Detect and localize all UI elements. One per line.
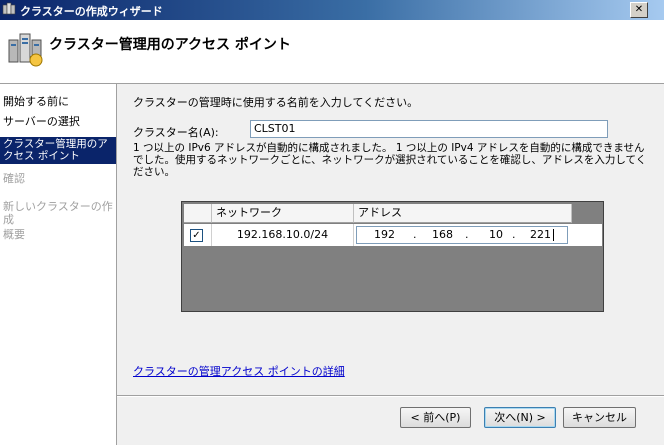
next-button[interactable]: 次へ(N) > <box>484 407 556 428</box>
step-select-servers[interactable]: サーバーの選択 <box>0 115 116 128</box>
wizard-content: クラスターの管理時に使用する名前を入力してください。 クラスター名(A): CL… <box>117 84 664 445</box>
network-address-table: ネットワーク アドレス ✓ 192.168.10.0/24 192 . 168 … <box>181 201 604 312</box>
ip-octet-3[interactable]: 10 <box>475 227 503 243</box>
text-caret <box>553 229 554 241</box>
network-checkbox[interactable]: ✓ <box>190 229 203 242</box>
close-button[interactable]: ✕ <box>630 2 648 18</box>
step-before-you-begin[interactable]: 開始する前に <box>0 95 116 108</box>
wizard-steps-sidebar: 開始する前に サーバーの選択 クラスター管理用のアクセス ポイント 確認 新しい… <box>0 84 117 445</box>
wizard-header: クラスター管理用のアクセス ポイント <box>0 20 664 84</box>
step-confirmation: 確認 <box>3 172 25 185</box>
ip-octet-1[interactable]: 192 <box>365 227 395 243</box>
cluster-name-label: クラスター名(A): <box>133 126 219 139</box>
instruction-text: クラスターの管理時に使用する名前を入力してください。 <box>133 96 419 109</box>
step-summary: 概要 <box>3 228 25 241</box>
checkmark-icon: ✓ <box>192 230 201 241</box>
network-cell: 192.168.10.0/24 <box>212 224 354 246</box>
cluster-app-icon <box>2 2 16 15</box>
cluster-servers-icon <box>8 33 43 67</box>
footer-separator <box>117 395 664 397</box>
ip-dot: . <box>413 228 417 241</box>
ip-octet-4[interactable]: 221 <box>521 227 551 243</box>
close-icon: ✕ <box>634 4 644 15</box>
ipv4-note: 1 つ以上の IPv6 アドレスが自動的に構成されました。 1 つ以上の IPv… <box>133 142 647 178</box>
step-access-point[interactable]: クラスター管理用のアクセス ポイント <box>0 137 116 164</box>
checkbox-cell: ✓ <box>184 224 212 246</box>
window-title: クラスターの作成ウィザード <box>20 5 163 18</box>
checkbox-column-header <box>184 204 212 223</box>
ip-octet-2[interactable]: 168 <box>423 227 453 243</box>
network-column-header[interactable]: ネットワーク <box>212 204 354 223</box>
address-cell: 192 . 168 . 10 . 221 <box>354 224 572 246</box>
ip-dot: . <box>465 228 469 241</box>
table-row: ✓ 192.168.10.0/24 192 . 168 . 10 . 221 <box>184 224 602 246</box>
ip-dot: . <box>512 228 516 241</box>
step-create-cluster: 新しいクラスターの作成 <box>3 200 113 226</box>
ipv4-address-input[interactable]: 192 . 168 . 10 . 221 <box>356 226 568 244</box>
address-column-header[interactable]: アドレス <box>354 204 572 223</box>
cancel-button[interactable]: キャンセル <box>563 407 636 428</box>
help-link[interactable]: クラスターの管理アクセス ポイントの詳細 <box>133 363 345 379</box>
page-title: クラスター管理用のアクセス ポイント <box>49 37 291 53</box>
cluster-name-input[interactable]: CLST01 <box>250 120 608 138</box>
back-button[interactable]: < 前へ(P) <box>400 407 471 428</box>
title-bar: クラスターの作成ウィザード ✕ <box>0 0 664 20</box>
